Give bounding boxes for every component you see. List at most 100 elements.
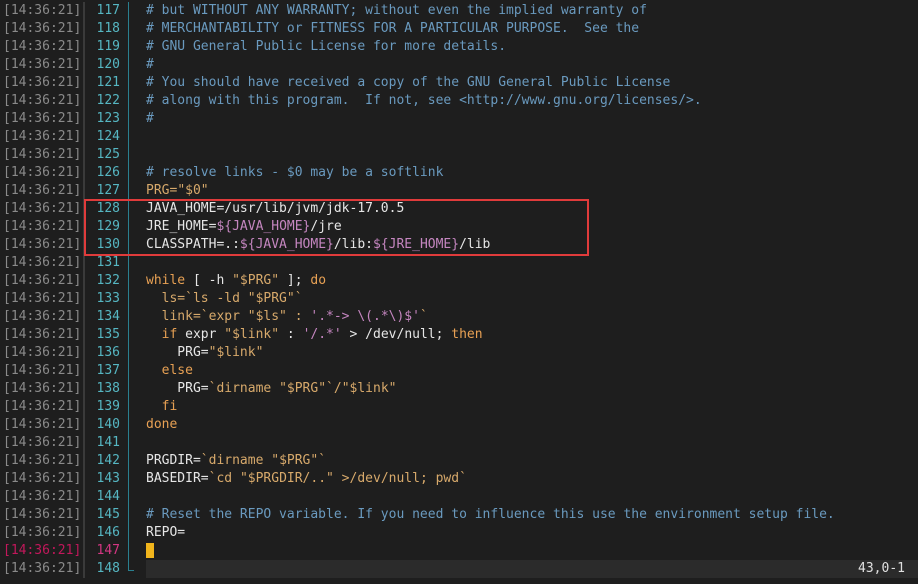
code-text: PRG=`dirname "$PRG"`/"$link" xyxy=(146,381,397,396)
timestamp: [14:36:21] xyxy=(3,345,82,360)
line-number: 143 xyxy=(96,471,120,486)
timestamp: [14:36:21] xyxy=(3,147,82,162)
code-line[interactable]: [14:36:21] 145 # Reset the REPO variable. … xyxy=(0,506,918,524)
line-number: 119 xyxy=(96,39,120,54)
timestamp: [14:36:21] xyxy=(3,327,82,342)
gutter-separator xyxy=(83,38,85,56)
code-line[interactable]: [14:36:21] 122 # along with this program. … xyxy=(0,92,918,110)
code-text: REPO= xyxy=(146,525,186,540)
timestamp: [14:36:21] xyxy=(3,165,82,180)
line-number: 127 xyxy=(96,183,120,198)
timestamp: [14:36:21] xyxy=(3,255,82,270)
code-line[interactable]: [14:36:21] 120 # xyxy=(0,56,918,74)
gutter-separator xyxy=(83,236,85,254)
code-line[interactable]: [14:36:21] 136 PRG="$link" xyxy=(0,344,918,362)
gutter-separator xyxy=(83,542,85,560)
fold-guide xyxy=(128,128,129,146)
code-text: # Reset the REPO variable. If you need t… xyxy=(146,507,835,522)
timestamp: [14:36:21] xyxy=(3,399,82,414)
code-line[interactable]: [14:36:21] 128 JAVA_HOME=/usr/lib/jvm/jdk-… xyxy=(0,200,918,218)
code-line[interactable]: [14:36:21] 134 link=`expr "$ls" : '.*-> \… xyxy=(0,308,918,326)
code-text: else xyxy=(146,363,193,378)
code-text: CLASSPATH=.:${JAVA_HOME}/lib:${JRE_HOME}… xyxy=(146,237,491,252)
fold-guide xyxy=(128,254,129,272)
code-line[interactable]: [14:36:21] 147 xyxy=(0,542,918,560)
gutter-separator xyxy=(83,470,85,488)
code-text: # You should have received a copy of the… xyxy=(146,75,671,90)
code-line[interactable]: [14:36:21] 119 # GNU General Public Licens… xyxy=(0,38,918,56)
code-line[interactable]: [14:36:21] 127 PRG="$0" xyxy=(0,182,918,200)
code-text: # GNU General Public License for more de… xyxy=(146,39,507,54)
fold-guide xyxy=(128,182,129,200)
code-line[interactable]: [14:36:21] 121 # You should have received … xyxy=(0,74,918,92)
fold-guide xyxy=(128,326,129,344)
gutter-separator xyxy=(83,380,85,398)
fold-guide xyxy=(128,236,129,254)
line-number: 121 xyxy=(96,75,120,90)
gutter-separator xyxy=(83,308,85,326)
code-line[interactable]: [14:36:21] 118 # MERCHANTABILITY or FITNES… xyxy=(0,20,918,38)
timestamp: [14:36:21] xyxy=(3,417,82,432)
line-number: 141 xyxy=(96,435,120,450)
line-number: 148 xyxy=(96,561,120,576)
code-line[interactable]: [14:36:21] 143 BASEDIR=`cd "$PRGDIR/.." >/… xyxy=(0,470,918,488)
code-text: fi xyxy=(146,399,178,414)
timestamp: [14:36:21] xyxy=(3,273,82,288)
code-text: PRG="$0" xyxy=(146,183,209,198)
code-line[interactable]: [14:36:21] 123 # xyxy=(0,110,918,128)
status-bar: 43,0-1 xyxy=(146,560,918,578)
timestamp: [14:36:21] xyxy=(3,57,82,72)
line-number: 139 xyxy=(96,399,120,414)
code-line[interactable]: [14:36:21] 125 xyxy=(0,146,918,164)
fold-guide xyxy=(128,362,129,380)
line-number: 136 xyxy=(96,345,120,360)
code-line[interactable]: [14:36:21] 137 else xyxy=(0,362,918,380)
code-line[interactable]: [14:36:21] 142 PRGDIR=`dirname "$PRG"` xyxy=(0,452,918,470)
code-text: # MERCHANTABILITY or FITNESS FOR A PARTI… xyxy=(146,21,640,36)
gutter-separator xyxy=(83,182,85,200)
code-line[interactable]: [14:36:21] 146 REPO= xyxy=(0,524,918,542)
code-line[interactable]: [14:36:21] 140 done xyxy=(0,416,918,434)
fold-guide xyxy=(128,434,129,452)
code-text: # xyxy=(146,111,154,126)
code-line[interactable]: [14:36:21] 131 xyxy=(0,254,918,272)
fold-guide xyxy=(128,200,129,218)
code-line[interactable]: [14:36:21] 126 # resolve links - $0 may be… xyxy=(0,164,918,182)
code-line[interactable]: [14:36:21] 130 CLASSPATH=.:${JAVA_HOME}/li… xyxy=(0,236,918,254)
code-text: ls=`ls -ld "$PRG"` xyxy=(146,291,303,306)
gutter-separator xyxy=(83,524,85,542)
fold-guide xyxy=(128,470,129,488)
code-line[interactable]: [14:36:21] 135 if expr "$link" : '/.*' > … xyxy=(0,326,918,344)
code-line[interactable]: [14:36:21] 141 xyxy=(0,434,918,452)
code-line[interactable]: [14:36:21] 132 while [ -h "$PRG" ]; do xyxy=(0,272,918,290)
gutter-separator xyxy=(83,398,85,416)
line-number: 126 xyxy=(96,165,120,180)
line-number: 137 xyxy=(96,363,120,378)
code-line[interactable]: [14:36:21] 139 fi xyxy=(0,398,918,416)
cursor-position: 43,0-1 xyxy=(858,561,905,576)
gutter-separator xyxy=(83,506,85,524)
terminal-editor[interactable]: [14:36:21] 117 # but WITHOUT ANY WARRANTY;… xyxy=(0,2,918,578)
timestamp: [14:36:21] xyxy=(3,543,82,558)
code-text: if expr "$link" : '/.*' > /dev/null; the… xyxy=(146,327,483,342)
code-text: # resolve links - $0 may be a softlink xyxy=(146,165,444,180)
code-line[interactable]: [14:36:21] 133 ls=`ls -ld "$PRG"` xyxy=(0,290,918,308)
gutter-separator xyxy=(83,254,85,272)
code-line[interactable]: [14:36:21] 124 xyxy=(0,128,918,146)
text-cursor xyxy=(146,543,154,558)
timestamp: [14:36:21] xyxy=(3,471,82,486)
line-number: 122 xyxy=(96,93,120,108)
line-number: 134 xyxy=(96,309,120,324)
timestamp: [14:36:21] xyxy=(3,435,82,450)
code-line[interactable]: [14:36:21] 129 JRE_HOME=${JAVA_HOME}/jre xyxy=(0,218,918,236)
code-line[interactable]: [14:36:21] 144 xyxy=(0,488,918,506)
gutter-separator xyxy=(83,128,85,146)
code-text: JAVA_HOME=/usr/lib/jvm/jdk-17.0.5 xyxy=(146,201,405,216)
code-line[interactable]: [14:36:21] 117 # but WITHOUT ANY WARRANTY;… xyxy=(0,2,918,20)
code-line[interactable]: [14:36:21] 138 PRG=`dirname "$PRG"`/"$lin… xyxy=(0,380,918,398)
fold-guide xyxy=(128,506,129,524)
gutter-separator xyxy=(83,218,85,236)
line-number: 120 xyxy=(96,57,120,72)
line-number: 135 xyxy=(96,327,120,342)
timestamp: [14:36:21] xyxy=(3,453,82,468)
